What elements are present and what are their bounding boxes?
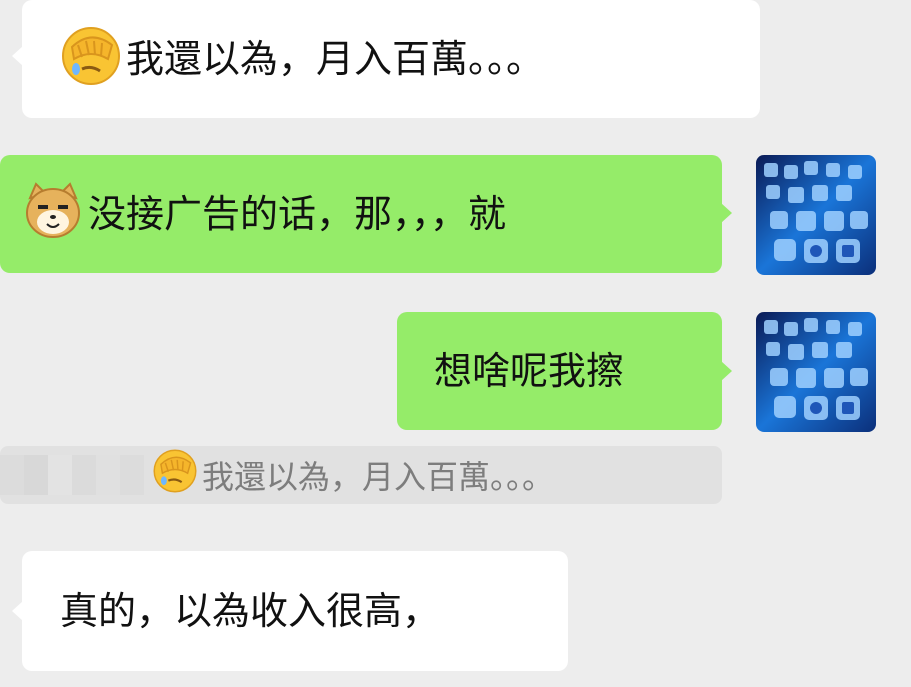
blurred-sender-name <box>0 446 144 504</box>
message-text: 我還以為，月入百萬。。。 <box>126 37 545 81</box>
user-avatar[interactable] <box>756 155 876 275</box>
face-palm-emoji-icon <box>152 448 198 502</box>
message-text: 想啥呢我擦 <box>434 349 625 393</box>
bubble-tail <box>721 361 732 381</box>
bubble-tail <box>12 601 23 621</box>
doge-emoji-icon <box>22 180 84 248</box>
message-bubble-outgoing[interactable]: 想啥呢我擦 <box>397 312 732 430</box>
message-bubble-incoming[interactable]: 真的，以為收入很高， <box>12 551 568 671</box>
message-text: 没接广告的话，那，，，就 <box>88 192 507 236</box>
quoted-text: 我還以為，月入百萬。。。 <box>202 458 555 496</box>
quoted-message[interactable]: 我還以為，月入百萬。。。 <box>0 446 722 504</box>
user-avatar[interactable] <box>756 312 876 432</box>
bubble-tail <box>12 46 23 66</box>
bubble-tail <box>721 203 732 223</box>
message-bubble-outgoing[interactable]: 没接广告的话，那，，，就 <box>0 155 732 273</box>
message-bubble-incoming[interactable]: 我還以為，月入百萬。。。 <box>12 0 760 118</box>
message-text: 真的，以為收入很高， <box>60 589 441 633</box>
face-palm-emoji-icon <box>60 25 122 93</box>
